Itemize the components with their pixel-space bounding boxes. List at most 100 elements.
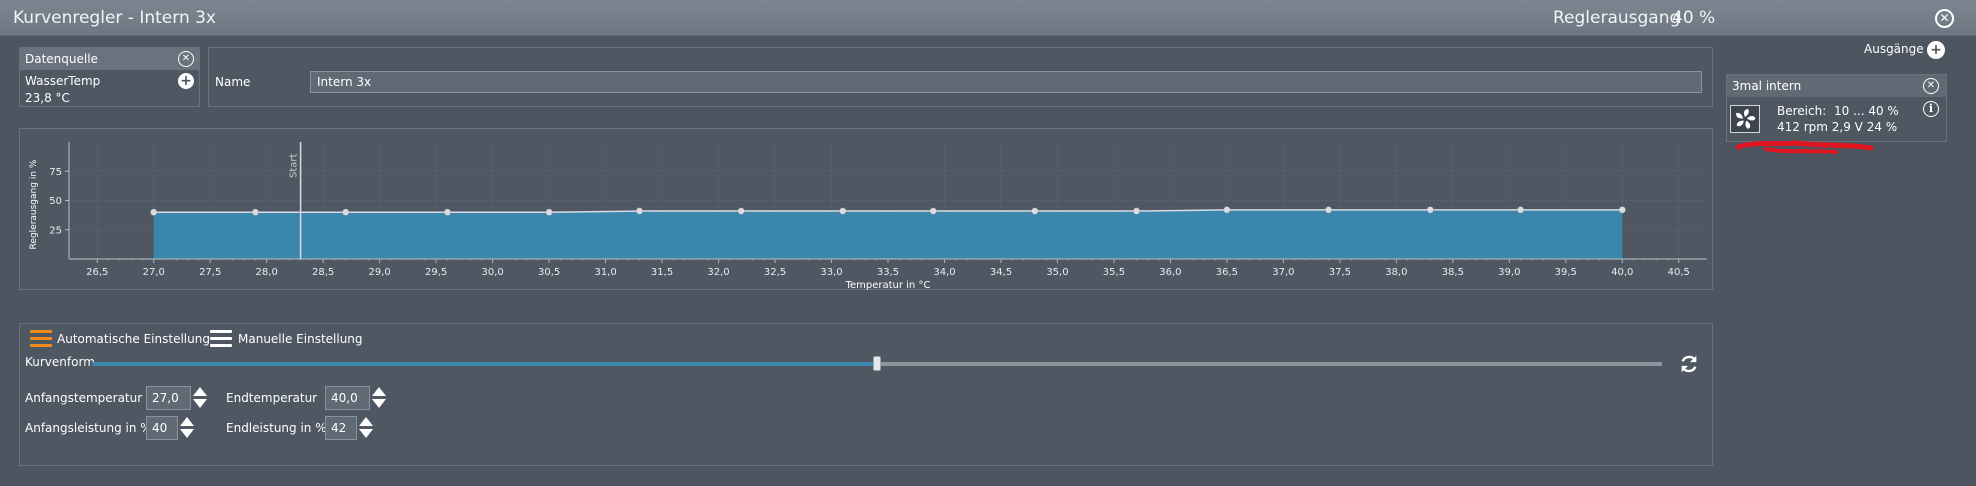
end-power-label: Endleistung in %	[226, 421, 327, 435]
curve-chart[interactable]: Start 26,5 27,0 27,5 28,0 28,5 29,0 29,5 30,0 30…	[19, 128, 1713, 290]
increment-icon[interactable]	[372, 387, 386, 396]
auto-mode-icon[interactable]	[30, 330, 52, 348]
curve-point[interactable]	[150, 208, 158, 216]
curve-point[interactable]	[1133, 207, 1140, 215]
y-axis-label: Reglerausgang in %	[29, 159, 39, 249]
curve-point[interactable]	[737, 207, 745, 215]
x-tick-label: 36,5	[1216, 267, 1238, 278]
y-tick-label: 75	[49, 167, 62, 178]
curve-point[interactable]	[1223, 206, 1231, 214]
end-temp-label: Endtemperatur	[226, 391, 318, 405]
start-power-spinner[interactable]: 40	[146, 416, 196, 440]
chart-panel: Start 26,5 27,0 27,5 28,0 28,5 29,0 29,5 30,0 30…	[19, 128, 1713, 290]
x-tick-label: 34,5	[990, 267, 1012, 278]
x-tick-label: 27,0	[143, 267, 165, 278]
output-card-header: 3mal intern	[1727, 75, 1946, 97]
curve-point[interactable]	[1426, 206, 1434, 214]
end-power-input[interactable]: 42	[325, 416, 357, 440]
output-label: Reglerausgang	[1553, 8, 1681, 28]
decrement-icon[interactable]	[193, 399, 207, 408]
x-tick-label: 34,0	[933, 267, 955, 278]
name-input[interactable]: Intern 3x	[310, 71, 1702, 93]
start-temp-input[interactable]: 27,0	[146, 386, 191, 410]
x-tick-label: 26,5	[86, 267, 108, 278]
output-card[interactable]: 3mal intern Bereich: 10 ... 40 %	[1726, 74, 1947, 142]
curve-point[interactable]	[251, 208, 259, 216]
auto-mode-label[interactable]: Automatische Einstellung	[57, 332, 210, 346]
start-temp-spinner[interactable]: 27,0	[146, 386, 208, 410]
slider-fill	[92, 362, 877, 366]
decrement-icon[interactable]	[372, 399, 386, 408]
add-sensor-icon[interactable]	[178, 73, 194, 89]
window-title: Kurvenregler - Intern 3x	[13, 8, 216, 28]
refresh-icon[interactable]	[1678, 353, 1700, 375]
curve-point[interactable]	[929, 207, 937, 215]
increment-icon[interactable]	[359, 417, 373, 426]
increment-icon[interactable]	[180, 417, 194, 426]
remove-datasource-icon[interactable]	[178, 51, 194, 67]
x-tick-label: 40,5	[1668, 267, 1690, 278]
x-tick-label: 35,5	[1103, 267, 1125, 278]
curve-point[interactable]	[1618, 206, 1626, 214]
curve-area	[153, 209, 1623, 259]
x-tick-label: 38,0	[1385, 267, 1407, 278]
title-bar: Kurvenregler - Intern 3x Reglerausgang 4…	[0, 0, 1976, 36]
output-range-label: Bereich:	[1777, 104, 1827, 118]
start-power-label: Anfangsleistung in %	[25, 421, 152, 435]
x-tick-label: 30,5	[538, 267, 560, 278]
x-tick-label: 37,0	[1272, 267, 1294, 278]
x-axis-label: Temperatur in °C	[845, 280, 931, 290]
manual-mode-icon[interactable]	[210, 330, 232, 348]
curve-point[interactable]	[1031, 207, 1039, 215]
fan-icon	[1730, 105, 1760, 133]
datasource-title: Datenquelle	[25, 52, 98, 66]
x-tick-label: 35,0	[1046, 267, 1068, 278]
x-tick-label: 33,0	[820, 267, 842, 278]
x-tick-label: 31,5	[651, 267, 673, 278]
y-tick-label: 50	[49, 196, 62, 207]
y-tick-label: 25	[49, 225, 62, 236]
curve-point[interactable]	[636, 207, 643, 215]
decrement-icon[interactable]	[359, 429, 373, 438]
x-tick-label: 29,5	[425, 267, 447, 278]
name-panel: Name Intern 3x	[208, 47, 1713, 107]
curve-point[interactable]	[443, 208, 451, 216]
curve-point[interactable]	[839, 207, 847, 215]
curve-point[interactable]	[1325, 206, 1333, 214]
start-power-input[interactable]: 40	[146, 416, 178, 440]
x-tick-label: 39,5	[1555, 267, 1577, 278]
slider-handle[interactable]	[873, 356, 881, 371]
datasource-value: 23,8 °C	[25, 91, 70, 105]
x-tick-label: 38,5	[1442, 267, 1464, 278]
window-content: Datenquelle WasserTemp 23,8 °C Name Inte…	[0, 36, 1976, 486]
curve-form-label: Kurvenform	[25, 355, 95, 369]
curve-point[interactable]	[342, 208, 350, 216]
end-temp-input[interactable]: 40,0	[325, 386, 370, 410]
x-tick-label: 28,0	[256, 267, 278, 278]
add-output-icon[interactable]	[1927, 41, 1945, 59]
remove-output-icon[interactable]	[1923, 78, 1939, 94]
increment-icon[interactable]	[193, 387, 207, 396]
x-tick-label: 29,0	[369, 267, 391, 278]
curve-form-slider[interactable]	[92, 356, 1662, 371]
end-temp-spinner[interactable]: 40,0	[325, 386, 387, 410]
manual-mode-label[interactable]: Manuelle Einstellung	[238, 332, 363, 346]
end-power-spinner[interactable]: 42	[325, 416, 375, 440]
start-marker-label: Start	[289, 153, 300, 178]
start-temp-label: Anfangstemperatur	[25, 391, 143, 405]
name-label: Name	[215, 75, 251, 89]
curve-point[interactable]	[545, 208, 553, 216]
output-range-value: 10 ... 40 %	[1834, 104, 1899, 118]
x-tick-label: 40,0	[1611, 267, 1633, 278]
close-window-icon[interactable]	[1935, 9, 1954, 28]
curve-point[interactable]	[1517, 206, 1525, 214]
info-icon[interactable]	[1923, 101, 1939, 117]
outputs-title: Ausgänge	[1864, 42, 1924, 56]
x-tick-label: 39,0	[1498, 267, 1520, 278]
decrement-icon[interactable]	[180, 429, 194, 438]
x-tick-label: 30,0	[481, 267, 503, 278]
output-status: 412 rpm 2,9 V 24 %	[1777, 120, 1898, 134]
settings-panel: Automatische Einstellung Manuelle Einste…	[19, 323, 1713, 466]
output-value: 40 %	[1672, 8, 1716, 28]
x-tick-label: 36,0	[1159, 267, 1181, 278]
